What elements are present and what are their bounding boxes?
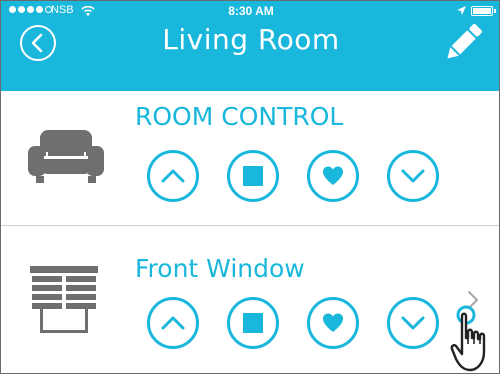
- front-window-up-button[interactable]: [147, 297, 199, 349]
- room-control-up-button[interactable]: [147, 150, 199, 202]
- pencil-icon: [447, 24, 482, 59]
- app-screen: NSB 8:30 AM Living Room ROOM CONTROL Fro…: [0, 0, 500, 374]
- status-bar: NSB 8:30 AM: [1, 1, 499, 21]
- room-control-favorite-button[interactable]: [307, 150, 359, 202]
- page-title: Living Room: [162, 23, 340, 56]
- room-control-down-button[interactable]: [387, 150, 439, 202]
- section-title-front-window: Front Window: [135, 254, 305, 283]
- chevron-up-icon: [161, 316, 185, 330]
- blinds-icon: [30, 266, 98, 333]
- chevron-down-icon: [401, 316, 425, 330]
- chevron-down-icon: [401, 169, 425, 183]
- stop-icon: [243, 313, 263, 333]
- tap-gesture-hand-icon: [450, 305, 486, 372]
- heart-icon: [323, 166, 343, 185]
- header-bar: NSB 8:30 AM Living Room: [1, 1, 499, 91]
- status-time: 8:30 AM: [228, 4, 274, 18]
- battery-icon: [471, 6, 496, 16]
- stop-icon: [243, 166, 263, 186]
- location-arrow-icon: [457, 6, 466, 15]
- section-divider: [1, 225, 499, 226]
- heart-icon: [323, 313, 343, 332]
- edit-button[interactable]: [443, 19, 483, 67]
- section-title-room-control: ROOM CONTROL: [135, 102, 344, 131]
- front-window-down-button[interactable]: [387, 297, 439, 349]
- front-window-stop-button[interactable]: [227, 297, 279, 349]
- armchair-icon: [28, 130, 104, 183]
- room-control-stop-button[interactable]: [227, 150, 279, 202]
- chevron-up-icon: [161, 169, 185, 183]
- front-window-favorite-button[interactable]: [307, 297, 359, 349]
